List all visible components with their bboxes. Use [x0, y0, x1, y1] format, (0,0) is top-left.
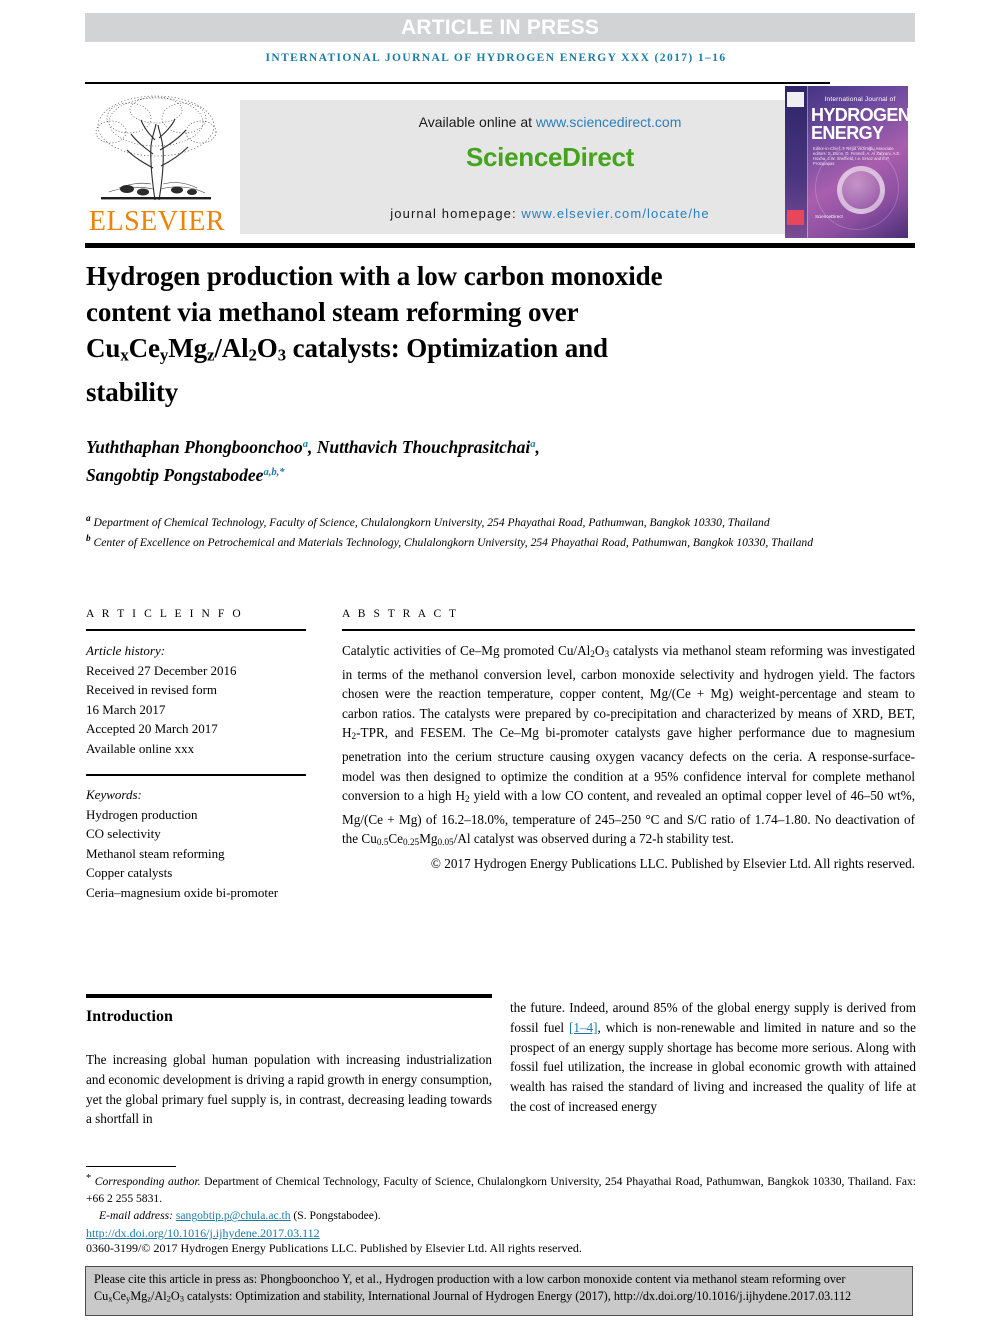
article-in-press-banner: ARTICLE IN PRESS — [85, 13, 915, 42]
article-page: ARTICLE IN PRESS INTERNATIONAL JOURNAL O… — [0, 0, 992, 1323]
introduction-left-column: The increasing global human population w… — [86, 1052, 492, 1127]
author-1: Yuththaphan Phongboonchoo — [86, 436, 303, 457]
introduction-rule — [86, 994, 492, 998]
email-owner: (S. Pongstabodee). — [290, 1209, 381, 1223]
affiliation-list: a Department of Chemical Technology, Fac… — [86, 511, 876, 552]
introduction-heading: Introduction — [86, 1008, 173, 1025]
keyword-item: Copper catalysts — [86, 865, 173, 880]
elsevier-tree-icon — [95, 95, 217, 201]
cover-editors: Editor-in-Chief: T. Nejat Veziroğlu Asso… — [813, 146, 901, 166]
abstract-section: A B S T R A C T Catalytic activities of … — [342, 608, 915, 874]
reference-link-1-4[interactable]: [1–4] — [569, 1020, 598, 1035]
available-online-line: Available online at www.sciencedirect.co… — [240, 114, 860, 130]
issn-copyright-line: 0360-3199/© 2017 Hydrogen Energy Publica… — [86, 1241, 582, 1255]
elsevier-wordmark: ELSEVIER — [88, 206, 226, 237]
cite-this-article-box: Please cite this article in press as: Ph… — [85, 1266, 913, 1316]
email-label: E-mail address: — [99, 1209, 176, 1223]
masthead-top-rule — [85, 82, 830, 84]
keyword-item: Methanol steam reforming — [86, 845, 225, 861]
cover-sciencedirect-mark: ScienceDirect — [815, 214, 843, 219]
journal-homepage-line: journal homepage: www.elsevier.com/locat… — [240, 206, 860, 221]
title-line-4: stability — [86, 376, 179, 407]
author-list: Yuththaphan Phongboonchooa, Nutthavich T… — [86, 436, 540, 485]
history-item: 16 March 2017 — [86, 701, 166, 717]
author-3-marks: a,b,* — [263, 466, 285, 478]
affiliation-b-text: Center of Excellence on Petrochemical an… — [93, 536, 814, 550]
article-info-label: A R T I C L E I N F O — [86, 608, 244, 620]
affiliation-a-text: Department of Chemical Technology, Facul… — [93, 515, 770, 529]
article-history-label: Article history: — [86, 643, 166, 658]
author-2: Nutthavich Thouchprasitchai — [316, 436, 531, 457]
article-in-press-label: ARTICLE IN PRESS — [400, 15, 600, 39]
cover-logo-badge — [787, 92, 804, 107]
doi-link-line: http://dx.doi.org/10.1016/j.ijhydene.201… — [86, 1226, 320, 1241]
email-note: E-mail address: sangobtip.p@chula.ac.th … — [86, 1207, 916, 1224]
history-item: Received 27 December 2016 — [86, 662, 237, 678]
abstract-body: Catalytic activities of Ce–Mg promoted C… — [342, 643, 915, 848]
cover-title-energy: ENERGY — [811, 123, 884, 143]
history-item: Received in revised form — [86, 682, 218, 697]
keyword-item: CO selectivity — [86, 826, 161, 841]
journal-cover-image: International Journal of HYDROGEN ENERGY… — [785, 86, 908, 238]
running-head: INTERNATIONAL JOURNAL OF HYDROGEN ENERGY… — [265, 52, 727, 64]
article-info-section: A R T I C L E I N F O Article history: R… — [86, 608, 306, 902]
article-title: Hydrogen production with a low carbon mo… — [86, 258, 786, 410]
keywords-section: Keywords: Hydrogen production CO selecti… — [86, 785, 306, 902]
article-history: Article history: Received 27 December 20… — [86, 641, 306, 758]
author-1-marks: a — [302, 439, 308, 450]
keywords-rule — [86, 774, 306, 776]
article-info-rule — [86, 629, 306, 631]
corresponding-author-label: Corresponding author. — [94, 1175, 201, 1189]
sciencedirect-logo: ScienceDirect — [465, 142, 635, 172]
title-formula: CuxCeyMgz/Al2O3 — [86, 333, 286, 365]
affiliation-b-mark: b — [86, 534, 91, 545]
cover-inner-ring — [837, 166, 885, 214]
asterisk-icon: * — [86, 1173, 92, 1184]
affiliation-a-mark: a — [86, 514, 91, 524]
journal-homepage-link[interactable]: www.elsevier.com/locate/he — [521, 206, 709, 221]
doi-link[interactable]: http://dx.doi.org/10.1016/j.ijhydene.201… — [86, 1226, 320, 1240]
cite-text-part-2: catalysts: Optimization and stability, I… — [183, 1288, 852, 1303]
title-line-2: content via methanol steam reforming ove… — [86, 297, 579, 327]
cover-ihe-badge — [787, 210, 804, 225]
sciencedirect-url-link[interactable]: www.sciencedirect.com — [536, 114, 682, 130]
abstract-rule — [342, 629, 915, 631]
masthead-bottom-rule — [85, 243, 915, 248]
keywords-label: Keywords: — [86, 787, 142, 802]
journal-homepage-prefix: journal homepage: — [390, 206, 522, 221]
abstract-copyright: © 2017 Hydrogen Energy Publications LLC.… — [430, 856, 915, 872]
corresponding-author-note: * Corresponding author. Department of Ch… — [86, 1170, 916, 1207]
title-line-3-rest: catalysts: Optimization and — [285, 333, 608, 363]
introduction-right-column: the future. Indeed, around 85% of the gl… — [510, 998, 916, 1117]
history-item: Accepted 20 March 2017 — [86, 721, 218, 736]
keyword-item: Ceria–magnesium oxide bi-promoter — [86, 884, 279, 900]
sciencedirect-banner: Available online at www.sciencedirect.co… — [240, 100, 860, 234]
journal-masthead: ELSEVIER Available online at www.science… — [85, 86, 915, 238]
affiliation-b: b Center of Excellence on Petrochemical … — [86, 531, 876, 551]
footnote-separator-rule — [86, 1166, 176, 1167]
cover-title-hydrogen: HYDROGEN — [811, 105, 908, 125]
email-address-link[interactable]: sangobtip.p@chula.ac.th — [176, 1209, 291, 1222]
affiliation-a: a Department of Chemical Technology, Fac… — [86, 511, 876, 531]
abstract-label: A B S T R A C T — [342, 608, 459, 620]
cite-this-article-text: Please cite this article in press as: Ph… — [94, 1272, 852, 1304]
corresponding-author-text: Department of Chemical Technology, Facul… — [86, 1175, 916, 1206]
history-item: Available online xxx — [86, 740, 195, 756]
footnote-block: * Corresponding author. Department of Ch… — [86, 1170, 916, 1224]
title-line-1: Hydrogen production with a low carbon mo… — [86, 261, 663, 291]
available-online-prefix: Available online at — [418, 114, 536, 130]
elsevier-logo: ELSEVIER — [85, 86, 229, 237]
author-2-marks: a — [530, 439, 536, 450]
keyword-item: Hydrogen production — [86, 806, 198, 822]
author-3: Sangobtip Pongstabodee — [86, 464, 264, 485]
cover-journal-prefix: International Journal of — [824, 96, 896, 103]
